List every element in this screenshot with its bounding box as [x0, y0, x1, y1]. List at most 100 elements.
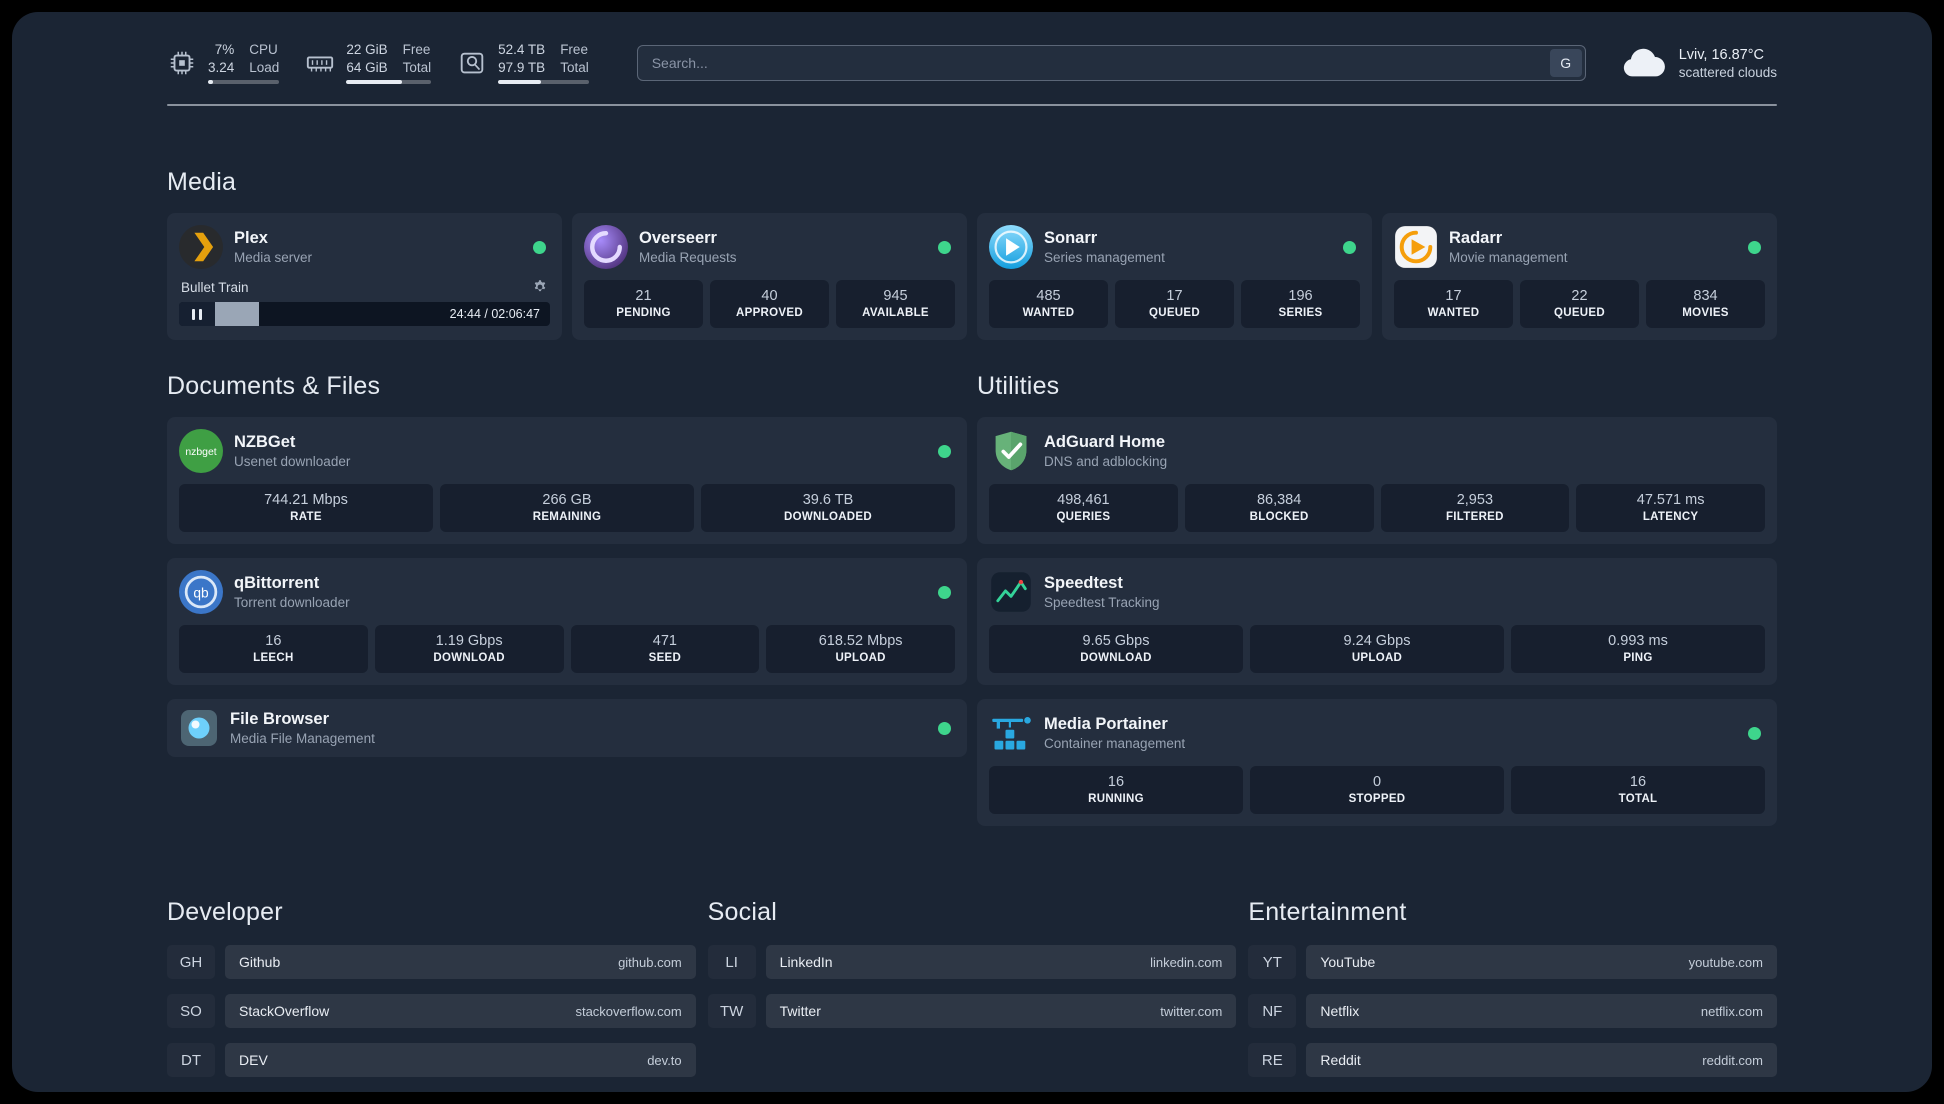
bookmark-linkedin[interactable]: LI LinkedIn linkedin.com	[708, 945, 1237, 979]
cpu-load-value: 3.24	[208, 59, 235, 75]
search-provider-button[interactable]: G	[1549, 49, 1582, 77]
bookmark-name: Twitter	[779, 1003, 821, 1019]
plex-card-header[interactable]: Plex Media server	[179, 225, 550, 269]
qbittorrent-card-header[interactable]: qb qBittorrent Torrent downloader	[179, 570, 955, 614]
section-utilities: Utilities AdGuard Home DNS and adblockin…	[977, 372, 1777, 826]
search-box: G	[636, 45, 1586, 81]
entertainment-heading: Entertainment	[1248, 898, 1407, 926]
disk-free-value: 52.4 TB	[498, 41, 546, 57]
plex-playback-time: 24:44 / 02:06:47	[449, 307, 540, 321]
bookmark-name: LinkedIn	[779, 954, 833, 970]
bookmarks-entertainment: Entertainment YT YouTube youtube.com NF …	[1248, 898, 1777, 1077]
speedtest-card: Speedtest Speedtest Tracking 9.65 Gbps D…	[977, 558, 1777, 685]
sonarr-stat-series: 196 SERIES	[1241, 280, 1360, 328]
filebrowser-name: File Browser	[230, 709, 330, 728]
bookmarks-social: Social LI LinkedIn linkedin.com TW Twitt…	[708, 898, 1237, 1077]
disk-total-label: Total	[560, 59, 589, 75]
documents-heading: Documents & Files	[167, 372, 381, 400]
bookmark-abbr: NF	[1248, 994, 1296, 1028]
portainer-card-header[interactable]: Media Portainer Container management	[989, 711, 1765, 755]
portainer-stat-running: 16 RUNNING	[989, 766, 1243, 814]
nzbget-icon: nzbget	[179, 429, 223, 473]
bookmark-reddit[interactable]: RE Reddit reddit.com	[1248, 1043, 1777, 1077]
cpu-meter	[208, 80, 280, 85]
portainer-icon	[992, 717, 1031, 750]
speedtest-stat-ping: 0.993 ms PING	[1511, 625, 1765, 673]
memory-total-value: 64 GiB	[346, 59, 388, 75]
weather-widget: Lviv, 16.87°C scattered clouds	[1620, 47, 1777, 80]
adguard-card-header[interactable]: AdGuard Home DNS and adblocking	[989, 429, 1765, 473]
bookmarks-developer: Developer GH Github github.com SO StackO…	[167, 898, 696, 1077]
qbittorrent-stat-leech: 16 LEECH	[179, 625, 368, 673]
svg-text:nzbget: nzbget	[185, 447, 216, 458]
bookmark-youtube[interactable]: YT YouTube youtube.com	[1248, 945, 1777, 979]
qbittorrent-name: qBittorrent	[234, 573, 320, 592]
adguard-stat-queries: 498,461 QUERIES	[989, 484, 1178, 532]
overseerr-card-header[interactable]: Overseerr Media Requests	[584, 225, 955, 269]
bookmark-name: DEV	[239, 1052, 268, 1068]
adguard-stat-latency: 47.571 ms LATENCY	[1576, 484, 1765, 532]
qbittorrent-stat-seed: 471 SEED	[570, 625, 760, 673]
sonarr-card: Sonarr Series management 485 WANTED 17 Q…	[977, 213, 1372, 340]
bookmark-abbr: TW	[708, 994, 756, 1028]
media-heading: Media	[167, 168, 237, 196]
memory-free-label: Free	[402, 41, 431, 57]
filebrowser-status-dot	[938, 721, 951, 735]
radarr-stat-wanted: 17 WANTED	[1394, 280, 1513, 328]
bookmark-netflix[interactable]: NF Netflix netflix.com	[1248, 994, 1777, 1028]
bookmark-url: dev.to	[647, 1052, 682, 1068]
overseerr-icon	[584, 225, 628, 269]
cpu-widget: 7% CPU 3.24 Load	[167, 41, 280, 85]
overseerr-card: Overseerr Media Requests 21 PENDING 40 A…	[572, 213, 967, 340]
bookmark-url: stackoverflow.com	[575, 1003, 682, 1019]
cpu-usage-label: CPU	[249, 41, 278, 57]
radarr-icon	[1395, 226, 1437, 268]
overseerr-subtitle: Media Requests	[639, 250, 737, 266]
nzbget-stat-rate: 744.21 Mbps RATE	[179, 484, 433, 532]
portainer-name: Media Portainer	[1044, 714, 1168, 733]
plex-progress-fill	[215, 302, 260, 326]
dashboard-panel: 7% CPU 3.24 Load 22 GiB Free 64 GiB Tota…	[12, 12, 1932, 1092]
top-bar: 7% CPU 3.24 Load 22 GiB Free 64 GiB Tota…	[167, 36, 1777, 90]
filebrowser-card: File Browser Media File Management	[167, 699, 967, 757]
sonarr-stat-wanted: 485 WANTED	[989, 280, 1108, 328]
radarr-card: Radarr Movie management 17 WANTED 22 QUE…	[1382, 213, 1777, 340]
sonarr-card-header[interactable]: Sonarr Series management	[989, 225, 1360, 269]
disk-widget: 52.4 TB Free 97.9 TB Total	[457, 42, 589, 85]
adguard-card: AdGuard Home DNS and adblocking 498,461 …	[977, 417, 1777, 544]
bookmark-name: YouTube	[1320, 954, 1376, 970]
portainer-status-dot	[1748, 726, 1761, 740]
overseerr-stat-approved: 40 APPROVED	[710, 280, 829, 328]
nzbget-card-header[interactable]: nzbget NZBGet Usenet downloader	[179, 429, 955, 473]
bookmark-name: Reddit	[1320, 1052, 1361, 1068]
filebrowser-icon	[181, 710, 217, 746]
qbittorrent-status-dot	[938, 585, 951, 599]
search-input[interactable]	[636, 45, 1586, 81]
bookmark-abbr: YT	[1248, 945, 1296, 979]
plex-icon	[179, 225, 223, 269]
adguard-stat-blocked: 86,384 BLOCKED	[1184, 484, 1374, 532]
bookmark-name: Netflix	[1320, 1003, 1360, 1019]
bookmark-dev[interactable]: DT DEV dev.to	[167, 1043, 696, 1077]
gear-icon[interactable]	[532, 279, 548, 295]
nzbget-stat-remaining: 266 GB REMAINING	[440, 484, 694, 532]
speedtest-card-header[interactable]: Speedtest Speedtest Tracking	[989, 570, 1765, 614]
bookmark-stackoverflow[interactable]: SO StackOverflow stackoverflow.com	[167, 994, 696, 1028]
disk-free-label: Free	[560, 41, 588, 57]
social-heading: Social	[707, 898, 777, 926]
nzbget-stat-downloaded: 39.6 TB DOWNLOADED	[701, 484, 955, 532]
portainer-stat-stopped: 0 STOPPED	[1250, 766, 1504, 814]
svg-text:qb: qb	[193, 586, 209, 601]
sonarr-icon	[989, 225, 1033, 269]
bookmark-github[interactable]: GH Github github.com	[167, 945, 696, 979]
radarr-card-header[interactable]: Radarr Movie management	[1394, 225, 1765, 269]
bookmark-twitter[interactable]: TW Twitter twitter.com	[708, 994, 1237, 1028]
filebrowser-card-header[interactable]: File Browser Media File Management	[179, 708, 955, 748]
pause-button[interactable]	[179, 302, 215, 326]
plex-now-playing-title: Bullet Train	[181, 279, 249, 295]
adguard-icon	[995, 431, 1027, 471]
sonarr-subtitle: Series management	[1044, 250, 1165, 266]
bookmark-name: StackOverflow	[239, 1003, 330, 1019]
qbittorrent-icon: qb	[179, 570, 223, 614]
sonarr-stat-queued: 17 QUEUED	[1115, 280, 1234, 328]
